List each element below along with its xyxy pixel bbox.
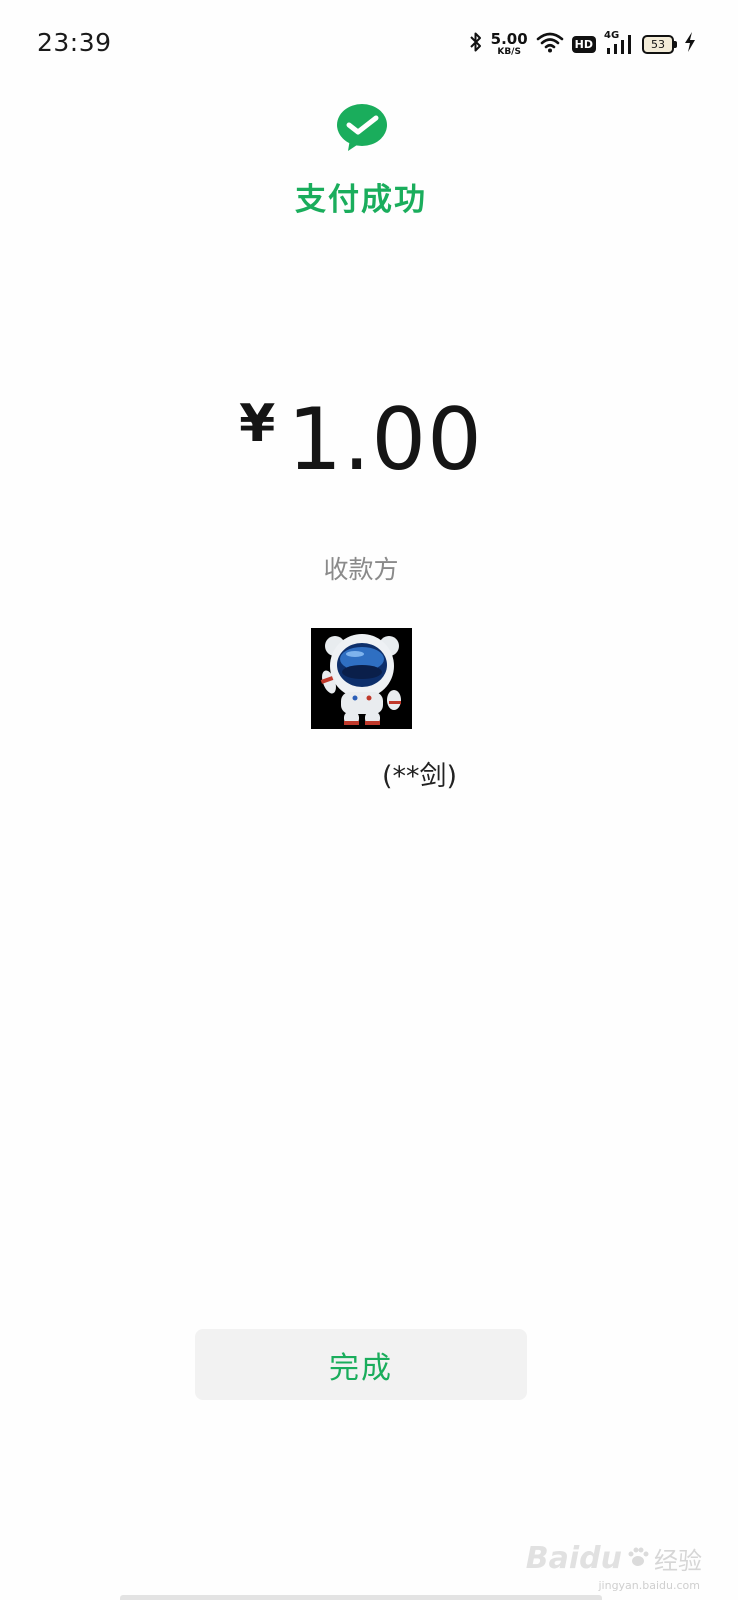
payee-avatar [311,628,412,729]
watermark-text: 经验 [654,1547,702,1575]
baidu-jingyan-watermark: Baidu 经验 [526,1541,702,1576]
watermark-brand: Baidu [525,1541,622,1576]
status-time: 23:39 [37,28,112,57]
network-speed-unit: KB/S [497,46,521,57]
wechat-pay-check-icon [336,103,388,153]
payee-name: (**剑) [382,761,458,792]
battery-level: 53 [651,37,665,51]
signal-icon: 4G [604,30,634,56]
battery-icon: 53 [642,34,677,54]
wifi-icon [536,31,564,57]
payment-success-screen: 23:39 5.00 KB/S HD 4G 53 支付成功 ¥ 1.00 收款方… [0,0,738,1600]
amount-value: 1.00 [287,390,483,490]
home-indicator[interactable] [120,1595,602,1600]
paw-icon [626,1545,650,1573]
watermark-url: jingyan.baidu.com [598,1579,700,1592]
hd-badge: HD [571,35,596,53]
network-speed: 5.00 KB/S [490,29,528,57]
bluetooth-icon [469,31,483,57]
done-button[interactable]: 完成 [195,1329,527,1400]
status-icons: 5.00 KB/S HD 4G 53 [469,28,696,60]
currency-symbol: ¥ [239,394,276,454]
payment-success-title: 支付成功 [295,182,427,218]
payment-amount: ¥1.00 [0,390,722,490]
charging-icon [684,31,696,57]
payee-label: 收款方 [323,555,399,584]
network-speed-value: 5.00 [490,29,528,48]
